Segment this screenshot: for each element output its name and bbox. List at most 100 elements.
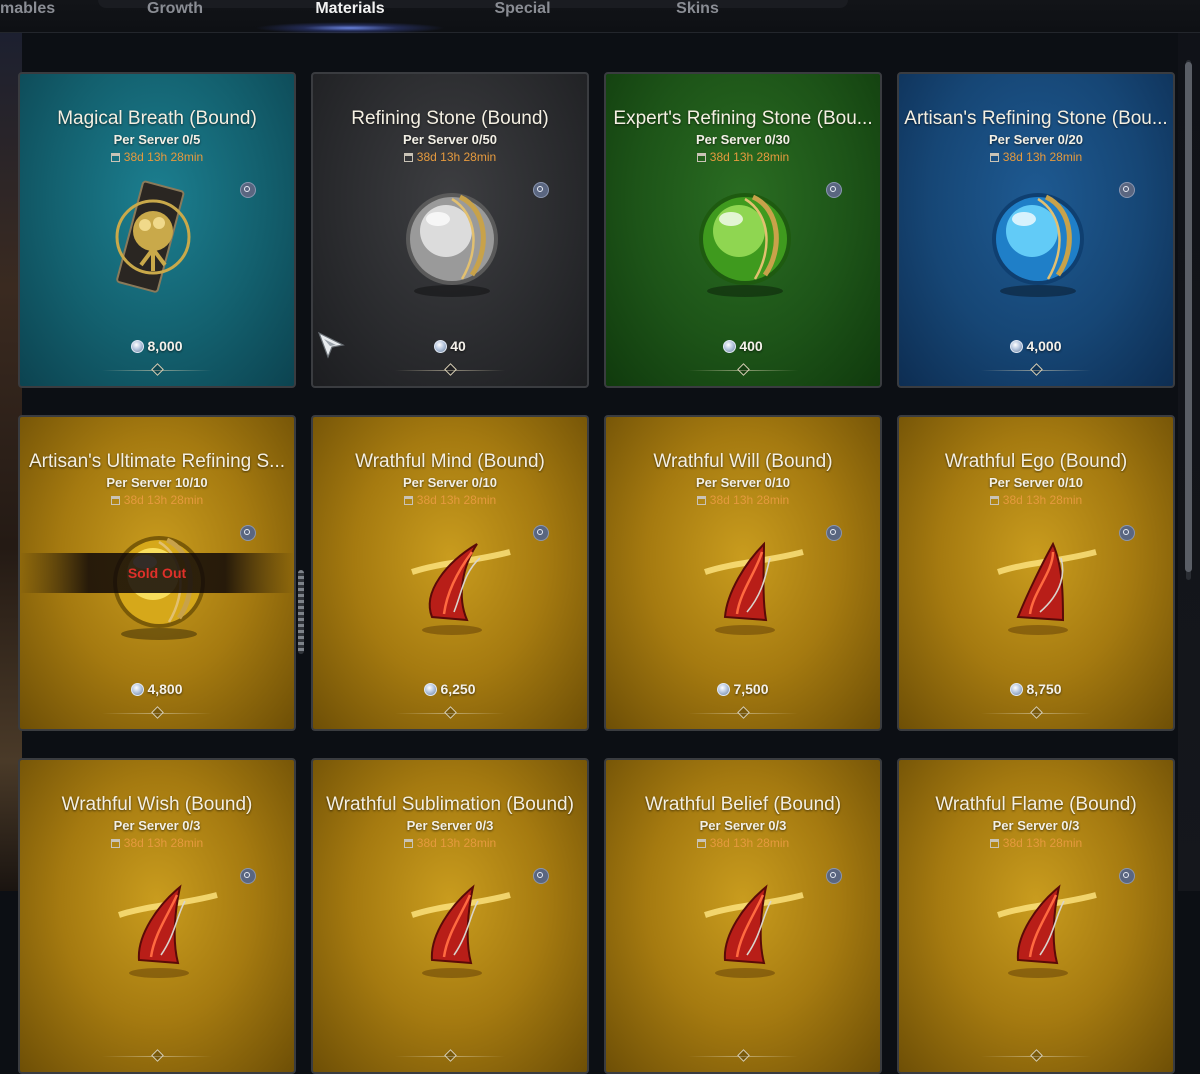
tab-skins[interactable]: Skins	[660, 0, 735, 24]
shop-item-card[interactable]: Refining Stone (Bound) Per Server 0/50 38d…	[311, 72, 589, 388]
price-value: 6,250	[440, 681, 476, 697]
shop-item-card[interactable]: Artisan's Refining Stone (Bou... Per Serv…	[897, 72, 1175, 388]
sale-timer: 38d 13h 28min	[20, 150, 294, 164]
item-price: 6,250	[313, 681, 587, 697]
purchase-limit: Per Server 0/5	[113, 132, 201, 147]
magical-breath-icon	[99, 179, 219, 299]
shop-item-card[interactable]: Wrathful Mind (Bound) Per Server 0/10 38d …	[311, 415, 589, 731]
grip-handle[interactable]	[298, 570, 304, 654]
timer-text: 38d 13h 28min	[123, 493, 204, 507]
purchase-limit: Per Server 0/3	[406, 818, 494, 833]
shop-item-card[interactable]: Wrathful Flame (Bound) Per Server 0/3 38d …	[897, 758, 1175, 1074]
purchase-limit: Per Server 10/10	[106, 475, 208, 490]
shop-tab-bar: mables Growth Materials Special Skins	[0, 0, 1200, 34]
timer-text: 38d 13h 28min	[709, 150, 790, 164]
sale-timer: 38d 13h 28min	[20, 493, 294, 507]
sale-timer: 38d 13h 28min	[20, 836, 294, 850]
divider-ornament-icon	[151, 1049, 164, 1062]
wrathful-sublimation-icon	[392, 865, 512, 985]
divider-ornament-icon	[444, 706, 457, 719]
zoom-preview-icon[interactable]	[826, 868, 842, 884]
timer-text: 38d 13h 28min	[1002, 836, 1083, 850]
artisan-refining-stone-icon	[978, 179, 1098, 299]
item-name: Wrathful Ego (Bound)	[944, 451, 1128, 472]
zoom-preview-icon[interactable]	[826, 182, 842, 198]
purchase-limit: Per Server 0/10	[403, 475, 497, 490]
wrathful-mind-icon	[392, 522, 512, 642]
item-name: Expert's Refining Stone (Bou...	[613, 108, 873, 129]
item-name: Artisan's Refining Stone (Bou...	[904, 108, 1168, 129]
zoom-preview-icon[interactable]	[1119, 525, 1135, 541]
shop-item-card[interactable]: Magical Breath (Bound) Per Server 0/5 38d …	[18, 72, 296, 388]
wrathful-belief-icon	[685, 865, 805, 985]
sale-timer: 38d 13h 28min	[313, 836, 587, 850]
zoom-preview-icon[interactable]	[533, 868, 549, 884]
purchase-limit: Per Server 0/10	[696, 475, 790, 490]
timer-text: 38d 13h 28min	[123, 150, 204, 164]
calendar-icon	[403, 153, 413, 162]
shop-item-card[interactable]: Artisan's Ultimate Refining S... Per Serv…	[18, 415, 296, 731]
shop-item-card[interactable]: Wrathful Will (Bound) Per Server 0/10 38d …	[604, 415, 882, 731]
sale-timer: 38d 13h 28min	[313, 493, 587, 507]
price-value: 40	[450, 338, 466, 354]
timer-text: 38d 13h 28min	[709, 493, 790, 507]
zoom-preview-icon[interactable]	[240, 182, 256, 198]
item-name: Wrathful Flame (Bound)	[935, 794, 1137, 815]
sale-timer: 38d 13h 28min	[606, 150, 880, 164]
zoom-preview-icon[interactable]	[533, 182, 549, 198]
mouse-cursor-icon	[317, 331, 345, 359]
item-name: Artisan's Ultimate Refining S...	[29, 451, 285, 472]
crystal-currency-icon	[723, 340, 737, 353]
active-tab-glow	[255, 22, 445, 34]
sale-timer: 38d 13h 28min	[899, 493, 1173, 507]
sale-timer: 38d 13h 28min	[606, 493, 880, 507]
wrathful-ego-icon	[978, 522, 1098, 642]
tab-collectables[interactable]: mables	[0, 0, 60, 24]
crystal-currency-icon	[717, 683, 731, 696]
calendar-icon	[110, 153, 120, 162]
tab-growth[interactable]: Growth	[130, 0, 220, 24]
shop-item-card[interactable]: Wrathful Sublimation (Bound) Per Server 0…	[311, 758, 589, 1074]
calendar-icon	[696, 839, 706, 848]
item-price: 8,000	[20, 338, 294, 354]
zoom-preview-icon[interactable]	[240, 868, 256, 884]
shop-item-card[interactable]: Expert's Refining Stone (Bou... Per Serve…	[604, 72, 882, 388]
timer-text: 38d 13h 28min	[1002, 493, 1083, 507]
price-value: 400	[739, 338, 763, 354]
zoom-preview-icon[interactable]	[826, 525, 842, 541]
divider-ornament-icon	[151, 706, 164, 719]
price-value: 7,500	[733, 681, 769, 697]
crystal-currency-icon	[131, 683, 145, 696]
calendar-icon	[989, 496, 999, 505]
zoom-preview-icon[interactable]	[1119, 182, 1135, 198]
item-name: Wrathful Wish (Bound)	[61, 794, 253, 815]
divider-ornament-icon	[737, 1049, 750, 1062]
crystal-currency-icon	[131, 340, 145, 353]
calendar-icon	[110, 839, 120, 848]
timer-text: 38d 13h 28min	[416, 836, 497, 850]
purchase-limit: Per Server 0/50	[403, 132, 497, 147]
zoom-preview-icon[interactable]	[240, 525, 256, 541]
scrollbar-thumb[interactable]	[1185, 62, 1192, 572]
item-price: 7,500	[606, 681, 880, 697]
crystal-currency-icon	[1010, 683, 1024, 696]
zoom-preview-icon[interactable]	[1119, 868, 1135, 884]
price-value: 4,800	[147, 681, 183, 697]
shop-item-card[interactable]: Wrathful Wish (Bound) Per Server 0/3 38d 1…	[18, 758, 296, 1074]
item-price: 4,000	[899, 338, 1173, 354]
divider-ornament-icon	[1030, 363, 1043, 376]
item-price: 400	[606, 338, 880, 354]
timer-text: 38d 13h 28min	[416, 150, 497, 164]
sale-timer: 38d 13h 28min	[606, 836, 880, 850]
tab-materials[interactable]: Materials	[295, 0, 405, 24]
shop-item-card[interactable]: Wrathful Ego (Bound) Per Server 0/10 38d 1…	[897, 415, 1175, 731]
divider-ornament-icon	[151, 363, 164, 376]
shop-item-card[interactable]: Wrathful Belief (Bound) Per Server 0/3 38d…	[604, 758, 882, 1074]
tab-special[interactable]: Special	[475, 0, 570, 24]
zoom-preview-icon[interactable]	[533, 525, 549, 541]
crystal-currency-icon	[434, 340, 448, 353]
calendar-icon	[403, 496, 413, 505]
divider-ornament-icon	[737, 706, 750, 719]
purchase-limit: Per Server 0/20	[989, 132, 1083, 147]
divider-ornament-icon	[737, 363, 750, 376]
